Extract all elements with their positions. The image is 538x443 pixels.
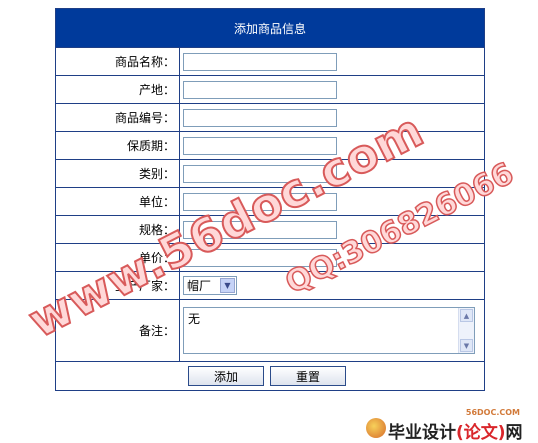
logo-paren: (论文) xyxy=(456,423,506,443)
add-button[interactable]: 添加 xyxy=(188,366,264,386)
manufacturer-selected: 帽厂 xyxy=(187,279,212,293)
form-title: 添加商品信息 xyxy=(233,21,306,36)
remark-scrollbar[interactable]: ▲ ▼ xyxy=(458,308,474,353)
logo-icon xyxy=(366,418,386,438)
origin-label: 产地： xyxy=(56,76,180,103)
form-header: 添加商品信息 xyxy=(56,9,484,47)
category-label: 类别： xyxy=(56,160,180,187)
row-origin: 产地： xyxy=(56,75,484,103)
logo-prefix: 毕业设计 xyxy=(388,423,456,443)
product-name-label: 商品名称： xyxy=(56,48,180,75)
row-product-name: 商品名称： xyxy=(56,47,484,75)
site-logo: 56DOC.COM 毕业设计(论文)网 xyxy=(360,408,530,443)
remark-textarea[interactable]: 无 ▲ ▼ xyxy=(183,307,475,354)
row-actions: 添加 重置 xyxy=(56,361,484,390)
scroll-up-icon[interactable]: ▲ xyxy=(460,309,473,322)
chevron-down-icon[interactable]: ▼ xyxy=(220,278,235,293)
product-code-label: 商品编号： xyxy=(56,104,180,131)
manufacturer-select[interactable]: 帽厂 ▼ xyxy=(183,276,237,295)
logo-main-text: 毕业设计(论文)网 xyxy=(388,418,523,443)
origin-input[interactable] xyxy=(183,80,337,99)
shelf-life-label: 保质期： xyxy=(56,132,180,159)
unit-label: 单位： xyxy=(56,188,180,215)
product-name-input[interactable] xyxy=(183,52,337,71)
remark-text: 无 xyxy=(188,312,201,326)
reset-button[interactable]: 重置 xyxy=(270,366,346,386)
logo-suffix: 网 xyxy=(505,423,523,443)
scroll-down-icon[interactable]: ▼ xyxy=(460,339,473,352)
logo-small-text: 56DOC.COM xyxy=(465,408,520,417)
product-code-input[interactable] xyxy=(183,108,337,127)
